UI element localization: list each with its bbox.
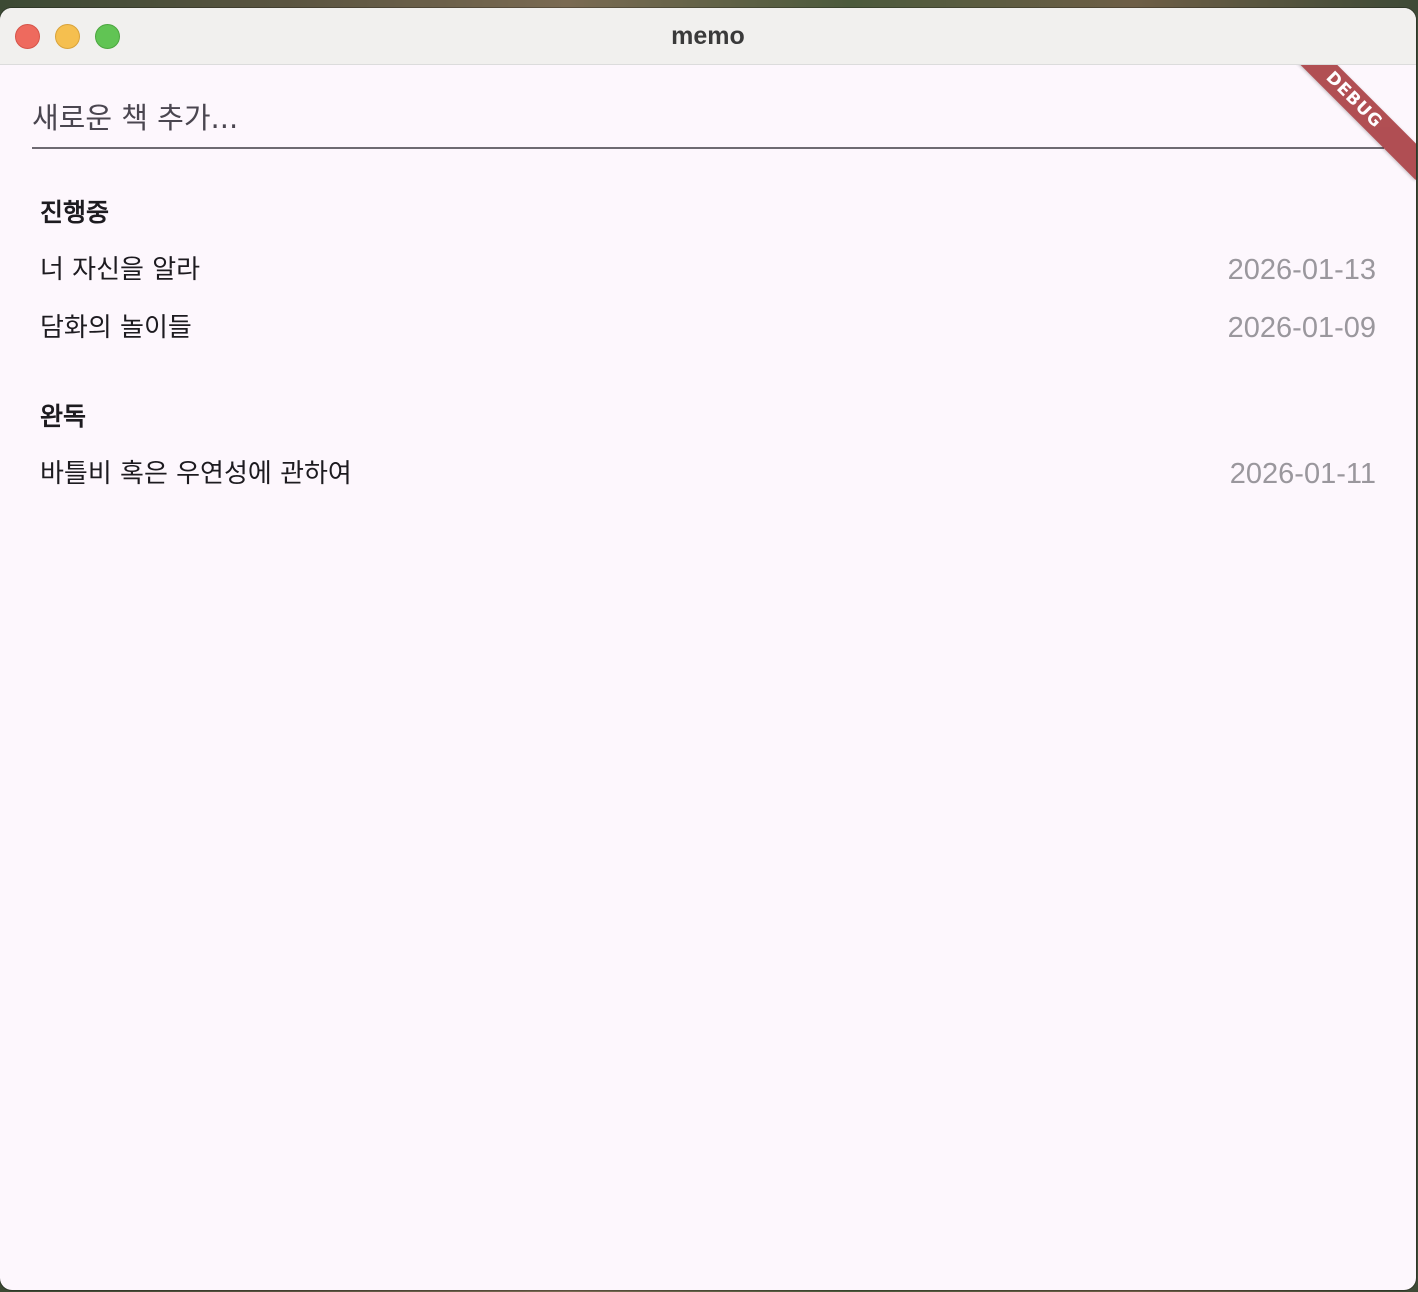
debug-banner-corner: DEBUG (1296, 65, 1416, 185)
book-date: 2026-01-13 (1227, 254, 1376, 286)
book-list-item[interactable]: 담화의 놀이들 2026-01-09 (40, 308, 1376, 348)
book-title: 너 자신을 알라 (40, 255, 201, 285)
book-title: 담화의 놀이들 (40, 313, 192, 343)
book-title: 바틀비 혹은 우연성에 관하여 (40, 459, 352, 489)
add-book-field (32, 93, 1384, 149)
window-title: memo (671, 22, 745, 50)
main-content: 진행중 너 자신을 알라 2026-01-13 담화의 놀이들 2026-01-… (0, 65, 1416, 1290)
book-list-item[interactable]: 너 자신을 알라 2026-01-13 (40, 250, 1376, 290)
section-title-completed: 완독 (40, 402, 87, 431)
add-book-input[interactable] (32, 93, 1372, 143)
book-date: 2026-01-09 (1227, 312, 1376, 344)
debug-banner: DEBUG (1296, 65, 1416, 180)
book-list-item[interactable]: 바틀비 혹은 우연성에 관하여 2026-01-11 (40, 454, 1376, 494)
book-date: 2026-01-11 (1229, 458, 1376, 490)
section-title-in-progress: 진행중 (40, 198, 110, 227)
titlebar: memo (0, 8, 1416, 65)
app-window: memo 진행중 너 자신을 알라 2026-01-13 담화의 놀이들 202… (0, 8, 1416, 1290)
